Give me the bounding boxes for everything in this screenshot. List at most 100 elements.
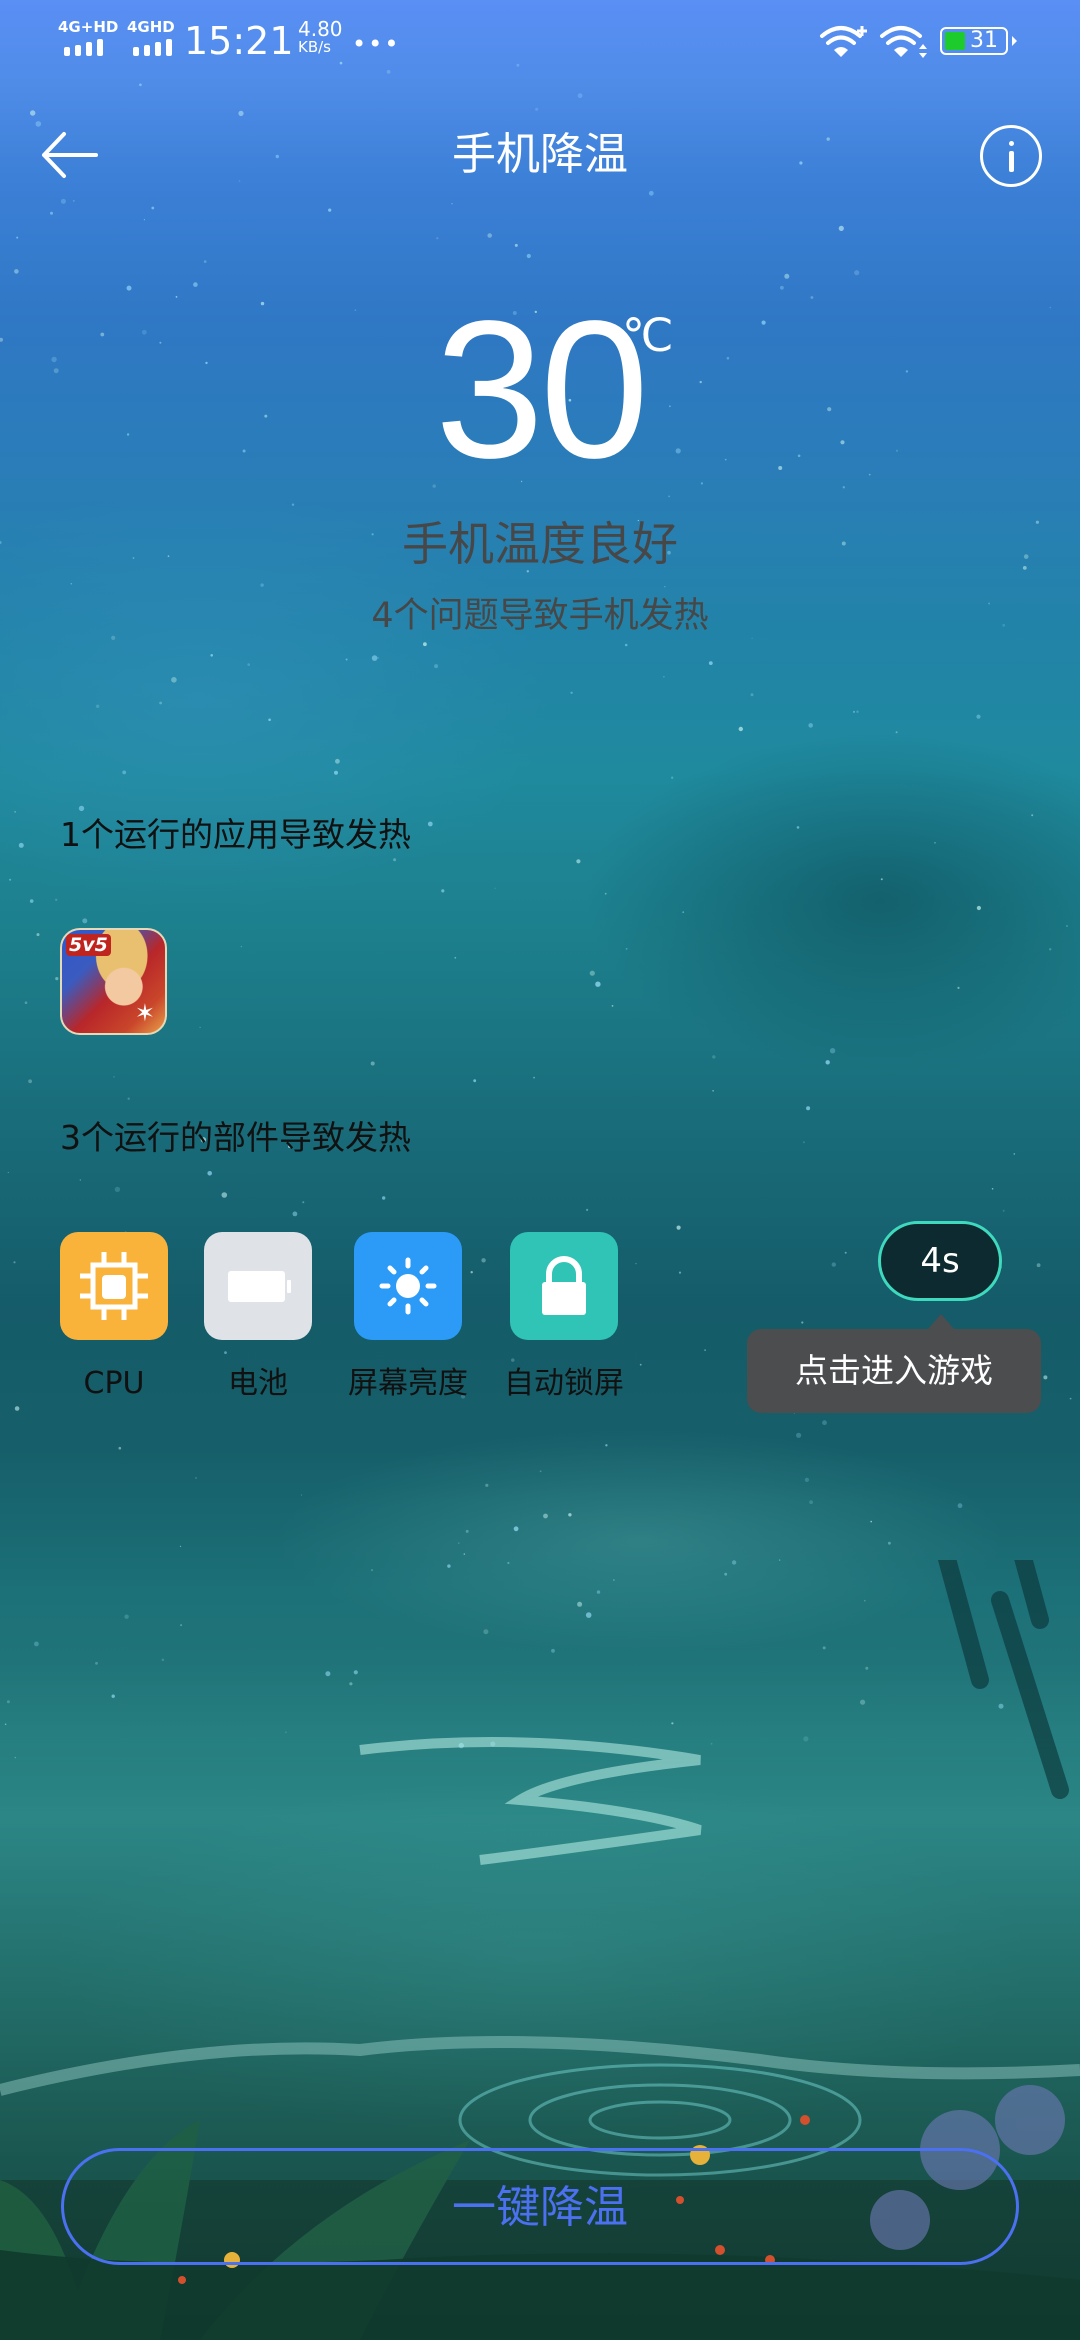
star-dot xyxy=(328,208,332,212)
star-dot xyxy=(605,1444,608,1447)
star-dot xyxy=(838,225,844,231)
star-dot xyxy=(96,704,100,708)
star-dot xyxy=(334,770,338,775)
star-dot xyxy=(268,718,271,722)
star-dot xyxy=(822,1420,827,1426)
battery-fill xyxy=(945,32,965,50)
star-dot xyxy=(668,495,670,498)
star-dot xyxy=(377,657,379,659)
star-dot xyxy=(82,918,88,924)
game-app-icon[interactable]: 5v5 ✶ xyxy=(60,928,167,1035)
star-dot xyxy=(576,859,581,864)
star-dot xyxy=(856,710,859,713)
star-dot xyxy=(533,1076,535,1079)
star-dot xyxy=(29,899,34,903)
sim1-network-label: 4G+HD xyxy=(58,18,119,36)
star-dot xyxy=(463,1553,465,1555)
star-dot xyxy=(604,892,607,895)
star-dot xyxy=(844,1251,847,1254)
star-dot xyxy=(1066,925,1068,927)
star-dot xyxy=(976,905,982,911)
star-dot xyxy=(750,693,754,697)
enter-game-tooltip[interactable]: 点击进入游戏 xyxy=(747,1329,1041,1413)
star-dot xyxy=(335,758,340,764)
component-cpu[interactable] xyxy=(60,1232,168,1340)
star-dot xyxy=(224,1351,227,1354)
star-dot xyxy=(240,945,243,948)
star-dot xyxy=(957,986,960,990)
components-section-heading: 3个运行的部件导致发热 xyxy=(60,1118,411,1157)
star-dot xyxy=(888,1541,891,1545)
wifi-icon xyxy=(880,26,927,58)
star-dot xyxy=(991,1188,994,1190)
star-dot xyxy=(16,236,19,239)
star-dot xyxy=(712,1090,714,1092)
star-dot xyxy=(436,237,439,240)
star-dot xyxy=(14,1406,20,1411)
battery-icon: 31 xyxy=(940,27,1008,55)
apps-section-heading: 1个运行的应用导致发热 xyxy=(60,815,411,854)
star-dot xyxy=(143,219,145,221)
star-dot xyxy=(7,1171,9,1174)
one-tap-cool-button[interactable]: 一键降温 xyxy=(61,2148,1019,2265)
star-dot xyxy=(13,1261,16,1264)
star-dot xyxy=(738,726,743,732)
sim1-signal: 4G+HD xyxy=(58,18,118,56)
brightness-sun-icon xyxy=(379,1257,437,1315)
star-dot xyxy=(207,1171,212,1176)
component-label-auto-lock: 自动锁屏 xyxy=(504,1366,624,1401)
star-dot xyxy=(934,842,936,844)
star-dot xyxy=(880,878,883,881)
star-dot xyxy=(159,701,163,705)
star-dot xyxy=(671,776,674,779)
star-dot xyxy=(151,206,155,210)
star-dot xyxy=(543,1513,548,1519)
star-dot xyxy=(179,1545,182,1547)
page-title: 手机降温 xyxy=(452,129,628,180)
star-dot xyxy=(1013,1153,1016,1155)
star-dot xyxy=(451,203,453,205)
clock: 15:21 xyxy=(184,19,294,63)
star-dot xyxy=(796,826,800,829)
sim2-network-label: 4GHD xyxy=(127,18,175,36)
star-dot xyxy=(427,821,433,827)
star-dot xyxy=(570,691,573,694)
countdown-bubble[interactable]: 4s xyxy=(878,1221,1002,1301)
star-dot xyxy=(595,981,601,987)
star-dot xyxy=(35,121,42,127)
star-dot xyxy=(586,1208,589,1211)
star-dot xyxy=(1031,814,1034,817)
star-dot xyxy=(708,661,713,665)
star-dot xyxy=(70,583,73,585)
sim2-signal: 4GHD xyxy=(127,18,175,56)
star-dot xyxy=(539,1470,542,1473)
star-dot xyxy=(804,1477,810,1482)
game-app-badge: 5v5 xyxy=(66,934,111,956)
star-dot xyxy=(300,1494,303,1496)
component-auto-lock[interactable] xyxy=(510,1232,618,1340)
star-dot xyxy=(825,1060,830,1065)
component-screen-brightness[interactable] xyxy=(354,1232,462,1340)
star-dot xyxy=(118,1446,122,1450)
star-dot xyxy=(79,1179,81,1181)
star-dot xyxy=(30,110,36,116)
star-dot xyxy=(535,107,539,111)
star-dot xyxy=(114,1186,121,1193)
star-dot xyxy=(434,664,439,669)
star-dot xyxy=(895,731,898,734)
star-dot xyxy=(485,1483,489,1487)
star-dot xyxy=(199,1026,201,1029)
signal-icon xyxy=(64,39,118,56)
star-dot xyxy=(712,1055,716,1059)
star-dot xyxy=(193,282,198,287)
star-dot xyxy=(808,723,813,728)
star-dot xyxy=(14,269,19,274)
star-dot xyxy=(171,677,177,683)
star-dot xyxy=(14,811,16,813)
info-icon[interactable] xyxy=(980,125,1042,187)
star-dot xyxy=(345,658,348,661)
star-dot xyxy=(55,898,58,901)
component-battery[interactable] xyxy=(204,1232,312,1340)
battery-tip xyxy=(1012,36,1017,46)
star-dot xyxy=(291,503,295,506)
